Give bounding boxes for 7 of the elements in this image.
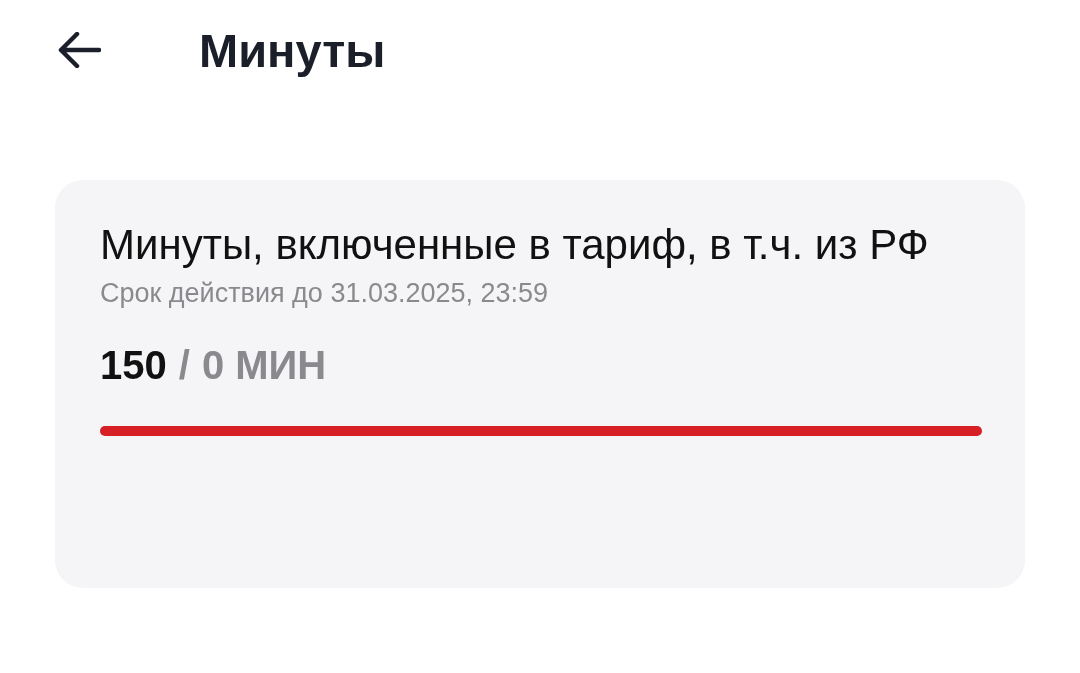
package-name: Минуты, включенные в тариф, в т.ч. из РФ <box>100 220 930 270</box>
minutes-remaining: 0 МИН <box>201 343 327 388</box>
back-arrow-icon[interactable] <box>57 32 101 68</box>
page-title: Минуты <box>199 22 386 78</box>
separator: / <box>178 343 190 388</box>
minutes-amount: 150 <box>100 343 167 388</box>
validity-date: Срок действия до 31.03.2025, 23:59 <box>100 278 550 309</box>
